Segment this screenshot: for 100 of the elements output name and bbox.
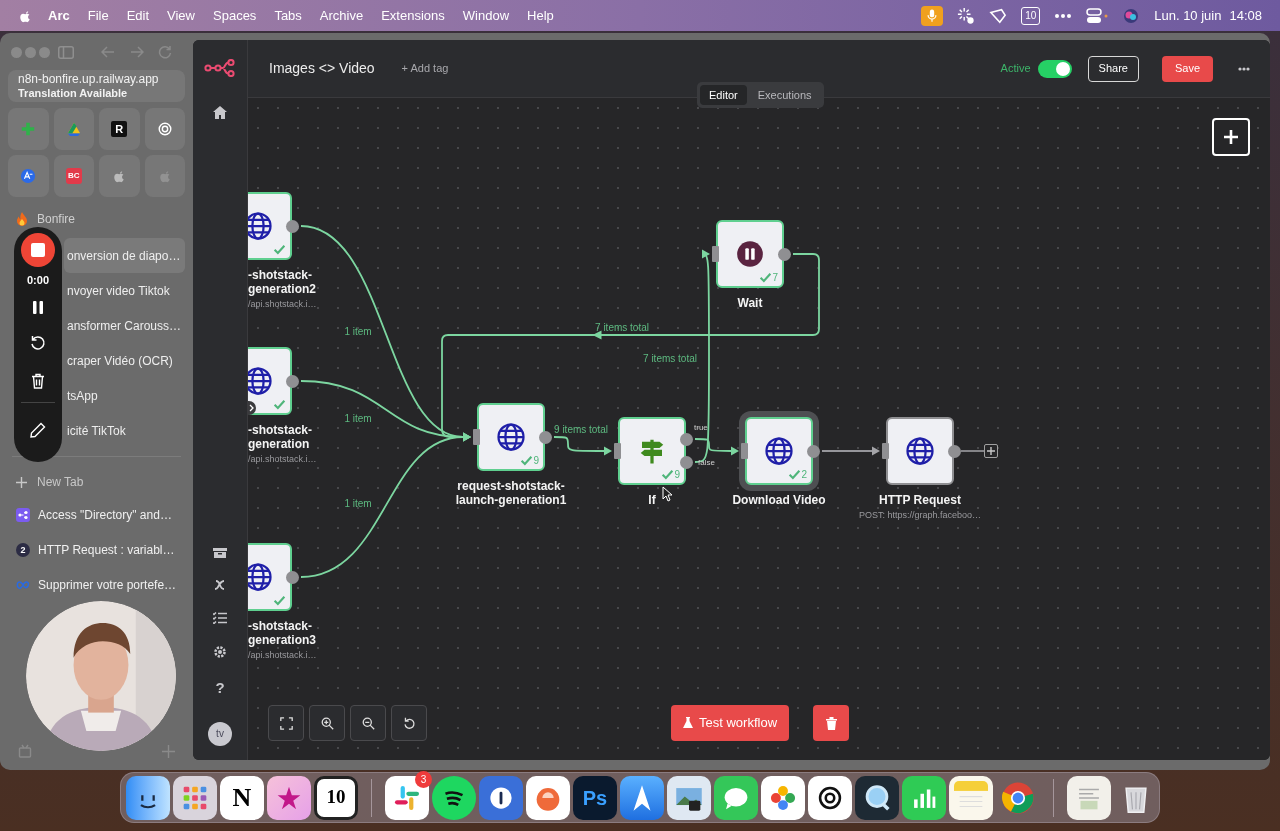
menu-item[interactable]: Arc	[48, 5, 70, 26]
help-button[interactable]: ?	[215, 680, 225, 695]
pinned-tab[interactable]: icité TikTok	[64, 413, 185, 448]
add-tag-link[interactable]: + Add tag	[401, 60, 449, 77]
port-label: false	[698, 458, 715, 467]
orb-icon[interactable]	[1122, 6, 1141, 25]
view-tab[interactable]: Editor	[700, 85, 747, 105]
app-icon[interactable]	[761, 775, 805, 820]
app-icon[interactable]	[902, 775, 946, 820]
menu-item[interactable]: Archive	[319, 5, 364, 26]
app-icon[interactable]	[526, 775, 570, 820]
zoom-control-button[interactable]	[350, 705, 386, 741]
box-icon[interactable]	[213, 546, 227, 558]
active-toggle[interactable]	[1037, 59, 1072, 78]
switches-icon[interactable]	[1086, 7, 1109, 24]
share-button[interactable]: Share	[1087, 55, 1139, 82]
connector[interactable]	[822, 446, 880, 456]
favorite-tile[interactable]	[53, 108, 94, 150]
pinned-tab[interactable]: ansformer Carouss…	[64, 308, 185, 343]
menu-item[interactable]: Spaces	[213, 5, 257, 26]
app-icon[interactable]	[667, 775, 711, 820]
stop-button[interactable]	[21, 233, 55, 267]
app-icon[interactable]	[855, 775, 899, 820]
view-tab[interactable]: Executions	[748, 85, 821, 105]
check-icon	[273, 594, 286, 606]
more-icon[interactable]	[1238, 66, 1250, 71]
menubar-clock[interactable]: 14:08	[1229, 5, 1262, 26]
zoom-control-button[interactable]	[391, 705, 427, 741]
app-icon[interactable]	[126, 775, 170, 820]
app-icon[interactable]	[714, 775, 758, 820]
workflow-title[interactable]: Images <> Video	[269, 58, 375, 79]
menu-item[interactable]: View	[167, 5, 195, 26]
pencil-icon[interactable]	[30, 421, 46, 438]
tab-title[interactable]: Access "Directory" and…	[38, 505, 172, 524]
node-label: -shotstack-generation3	[248, 619, 317, 647]
app-icon[interactable]	[385, 775, 429, 820]
menu-item[interactable]: Tabs	[274, 5, 302, 26]
list-icon[interactable]	[213, 612, 227, 624]
favorite-tile[interactable]	[8, 155, 49, 197]
more-icon[interactable]	[1054, 12, 1073, 19]
connector[interactable]	[553, 436, 612, 456]
pinned-tab[interactable]: nvoyer video Tiktok	[64, 273, 185, 308]
app-icon[interactable]: 10	[314, 775, 358, 820]
favorite-tile[interactable]: R	[99, 108, 140, 150]
input-port[interactable]	[473, 429, 480, 445]
favorite-tile[interactable]	[144, 108, 185, 150]
variable-icon[interactable]	[214, 579, 226, 591]
app-icon[interactable]	[808, 775, 852, 820]
app-icon[interactable]	[620, 775, 664, 820]
calendar-date[interactable]: 10	[1021, 6, 1041, 25]
input-port[interactable]	[614, 443, 621, 459]
connector[interactable]	[441, 253, 820, 442]
pinned-tab[interactable]: craper Vidéo (OCR)	[64, 343, 185, 378]
menubar-date[interactable]: Lun. 10 juin	[1154, 5, 1222, 26]
tab-title[interactable]: Supprimer votre portefe…	[38, 575, 177, 594]
input-port[interactable]	[882, 443, 889, 459]
zoom-control-button[interactable]	[309, 705, 345, 741]
pinned-tab[interactable]: onversion de diapo…	[64, 238, 185, 273]
app-icon[interactable]	[432, 775, 476, 820]
zoom-in-icon	[320, 716, 334, 730]
knot-icon	[156, 121, 173, 137]
test-workflow-button[interactable]: Test workflow	[671, 705, 790, 741]
pause-icon[interactable]	[32, 300, 44, 314]
app-icon[interactable]	[479, 775, 523, 820]
zoom-control-button[interactable]	[268, 705, 304, 741]
menu-item[interactable]: Extensions	[381, 5, 445, 26]
save-button[interactable]: Save	[1161, 55, 1213, 82]
translation-notice[interactable]: Translation Available	[18, 87, 175, 100]
favorite-tile[interactable]	[99, 155, 140, 197]
menu-item[interactable]: Help	[527, 5, 554, 26]
logo-icon[interactable]	[204, 59, 236, 77]
restart-icon[interactable]	[30, 334, 46, 351]
favorite-tile[interactable]	[144, 155, 185, 197]
pointer-icon	[662, 486, 673, 502]
home-icon[interactable]	[213, 106, 227, 119]
microphone-icon[interactable]	[921, 5, 944, 26]
new-tab-button[interactable]: New Tab	[8, 472, 185, 492]
favorite-tile[interactable]	[8, 108, 49, 150]
address-bar[interactable]: n8n-bonfire.up.railway.app Translation Available	[8, 70, 185, 102]
favorite-tile[interactable]: BC	[53, 155, 94, 197]
sparkle-icon[interactable]	[957, 6, 976, 25]
settings-icon[interactable]	[213, 645, 227, 659]
node-label: If	[648, 493, 656, 507]
menu-item[interactable]: Window	[462, 5, 510, 26]
connector[interactable]	[694, 438, 739, 456]
triangle-icon	[65, 121, 82, 137]
trash-icon[interactable]	[31, 372, 45, 389]
pinned-tab[interactable]: tsApp	[64, 378, 185, 413]
menu-item[interactable]: Edit	[126, 5, 150, 26]
app-icon[interactable]: Ps	[573, 775, 617, 820]
shape-icon[interactable]	[989, 7, 1008, 24]
workflow-node[interactable]	[886, 417, 954, 485]
app-icon[interactable]: N	[220, 775, 264, 820]
input-port[interactable]	[741, 443, 748, 459]
input-port[interactable]	[712, 246, 719, 262]
add-node-button[interactable]	[984, 444, 998, 458]
tab-title[interactable]: HTTP Request : variabl…	[38, 540, 175, 559]
menu-item[interactable]: File	[87, 5, 109, 26]
delete-button[interactable]	[813, 705, 849, 741]
user-avatar[interactable]: tv	[208, 722, 232, 746]
